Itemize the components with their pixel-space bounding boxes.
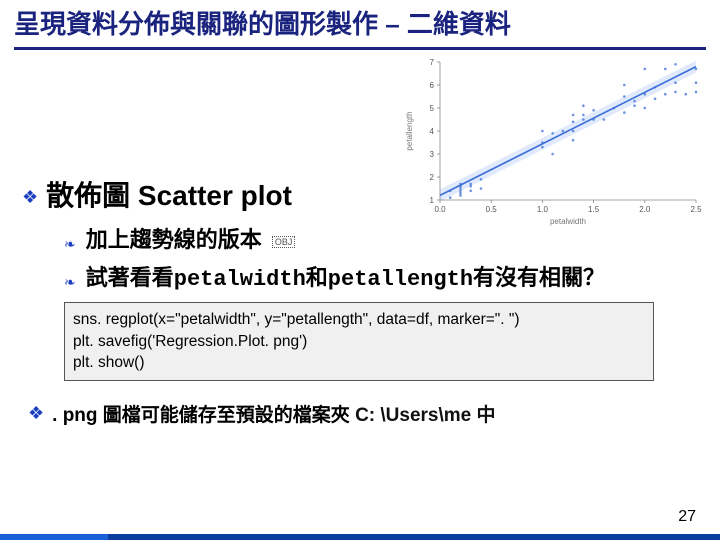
obj-marker: OBJ <box>272 236 296 248</box>
svg-text:3: 3 <box>430 150 435 159</box>
sub-b-post: 有沒有相關？ <box>473 265 605 290</box>
svg-text:7: 7 <box>430 58 435 67</box>
sublist: ❧ 加上趨勢線的版本 OBJ ❧ 試著看看petalwidth和petallen… <box>64 222 706 292</box>
footer-bar <box>0 534 720 540</box>
diamond-icon: ❖ <box>28 404 44 422</box>
note-row: ❖ . png 圖檔可能儲存至預設的檔案夾 C: \Users\me 中 <box>28 400 706 427</box>
sub-text-2: 試著看看petalwidth和petallength有沒有相關？ <box>86 260 605 292</box>
svg-text:5: 5 <box>430 104 435 113</box>
heading-row: ❖ 散佈圖 Scatter plot <box>22 174 706 214</box>
sub-a: 加上趨勢線的版本 <box>86 227 262 252</box>
page-title: 呈現資料分佈與關聯的圖形製作 – 二維資料 <box>14 8 706 50</box>
content-block: ❖ 散佈圖 Scatter plot ❧ 加上趨勢線的版本 OBJ ❧ 試著看看… <box>22 174 706 381</box>
sub-row-1: ❧ 加上趨勢線的版本 OBJ <box>64 222 706 254</box>
heading-text: 散佈圖 Scatter plot <box>46 174 292 214</box>
leaf-icon: ❧ <box>64 274 76 291</box>
sub-b-m2: petallength <box>328 267 473 292</box>
note-text: . png 圖檔可能儲存至預設的檔案夾 C: \Users\me 中 <box>52 400 495 427</box>
note-pre: . png 圖檔可能儲存至預設的檔案夾 <box>52 405 355 426</box>
code-block: sns. regplot(x="petalwidth", y="petallen… <box>64 302 654 381</box>
sub-row-2: ❧ 試著看看petalwidth和petallength有沒有相關？ <box>64 260 706 292</box>
leaf-icon: ❧ <box>64 236 76 253</box>
diamond-icon: ❖ <box>22 188 38 206</box>
svg-text:6: 6 <box>430 81 435 90</box>
sub-b-pre: 試著看看 <box>86 265 174 290</box>
sub-b-m1: petalwidth <box>174 267 306 292</box>
sub-text-1: 加上趨勢線的版本 OBJ <box>86 222 296 254</box>
sub-b-mid: 和 <box>306 265 328 290</box>
svg-text:4: 4 <box>430 127 435 136</box>
slide: 呈現資料分佈與關聯的圖形製作 – 二維資料 12345670.00.51.01.… <box>0 0 720 540</box>
svg-text:petallength: petallength <box>405 111 414 150</box>
page-number: 27 <box>678 508 696 526</box>
note-path: C: \Users\me 中 <box>355 405 495 426</box>
